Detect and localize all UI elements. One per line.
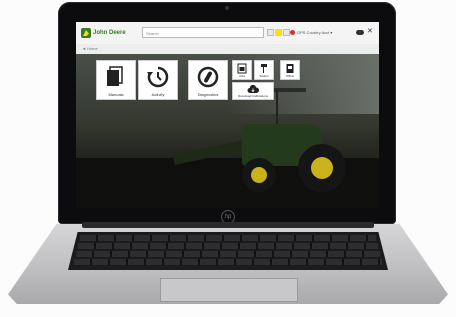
offline-icon: [281, 63, 299, 74]
tile-label: Download Calibrations: [237, 94, 269, 98]
activity-icon: [139, 65, 177, 89]
tile-activity[interactable]: Activity: [138, 60, 178, 100]
tile-download-calibrations[interactable]: Download Calibrations: [232, 82, 274, 100]
close-icon[interactable]: ✕: [367, 28, 373, 36]
key-row: [78, 243, 378, 249]
tile-label: Offline: [285, 74, 295, 78]
key-row: [80, 235, 376, 241]
tile-label: Jobs: [238, 74, 246, 78]
cloud-icon[interactable]: [356, 30, 364, 35]
cloud-download-icon: [233, 85, 273, 94]
john-deere-logo[interactable]: John Deere: [81, 27, 137, 39]
tile-manuals[interactable]: Manuals: [96, 60, 136, 100]
tile-label: Manuals: [108, 92, 124, 97]
deer-logo-icon: [81, 28, 91, 38]
toolbar-button-highlight[interactable]: [275, 29, 282, 36]
laptop: John Deere Search OPS Country Acct ▾ ✕ ◄…: [0, 0, 456, 317]
tile-label: Station: [259, 74, 269, 78]
brand-name: John Deere: [93, 30, 126, 36]
account-selector[interactable]: OPS Country Acct ▾: [297, 30, 332, 35]
tile-offline[interactable]: Offline: [280, 60, 300, 80]
manuals-icon: [97, 65, 135, 87]
diagnostics-icon: [189, 65, 227, 89]
tile-station[interactable]: Station: [254, 60, 274, 80]
tractor-rear-wheel: [298, 144, 346, 192]
tractor-front-wheel: [242, 158, 276, 192]
key-row: [76, 251, 380, 257]
touchpad: [160, 278, 298, 302]
app-header: John Deere Search OPS Country Acct ▾ ✕: [76, 22, 379, 45]
laptop-screen: John Deere Search OPS Country Acct ▾ ✕ ◄…: [76, 22, 379, 208]
breadcrumb[interactable]: ◄ Home: [76, 44, 379, 54]
key-row: [74, 259, 382, 265]
tile-jobs[interactable]: Jobs: [232, 60, 252, 80]
laptop-hinge: [82, 222, 374, 228]
station-icon: [255, 63, 273, 74]
tile-label: Activity: [151, 92, 165, 97]
webcam: [225, 6, 229, 10]
search-input[interactable]: Search: [142, 27, 264, 38]
toolbar-button-3[interactable]: [283, 29, 290, 36]
tile-label: Diagnostics: [197, 92, 219, 97]
jobs-icon: [233, 63, 251, 74]
toolbar-button-1[interactable]: [267, 29, 274, 36]
notification-icon[interactable]: [290, 30, 295, 35]
tile-diagnostics[interactable]: Diagnostics: [188, 60, 228, 100]
